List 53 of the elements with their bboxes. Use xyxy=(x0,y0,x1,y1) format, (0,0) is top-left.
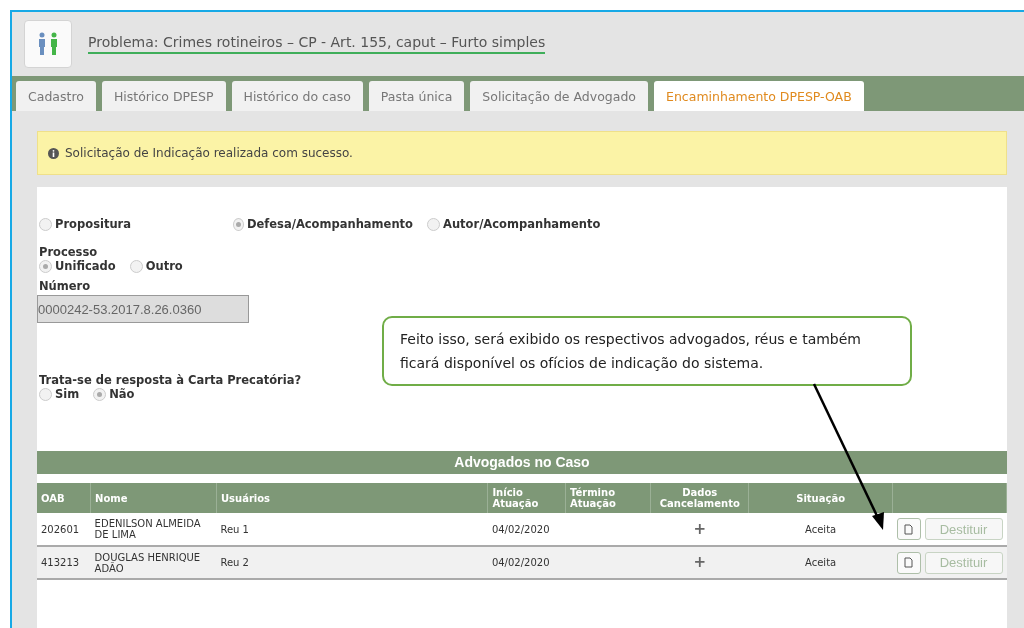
table-cell: DOUGLAS HENRIQUE ADÃO xyxy=(90,546,217,579)
radio-button[interactable] xyxy=(129,259,143,273)
people-icon xyxy=(24,20,72,68)
tab[interactable]: Pasta única xyxy=(368,81,465,111)
radio-button[interactable] xyxy=(39,217,52,231)
radio-button[interactable] xyxy=(39,259,52,273)
column-header: Nome xyxy=(90,483,217,513)
option-label: Propositura xyxy=(55,217,132,231)
tab[interactable]: Histórico do caso xyxy=(231,81,363,111)
radio-button[interactable] xyxy=(39,387,52,401)
option-label: Não xyxy=(109,387,135,401)
field-label: Processo xyxy=(38,245,99,259)
document-icon xyxy=(904,557,913,568)
table-cell: EDENILSON ALMEIDA DE LIMA xyxy=(90,513,217,546)
radio-button[interactable] xyxy=(427,217,440,231)
field-label: Trata-se de resposta à Carta Precatória? xyxy=(38,373,303,387)
option-label: Unificado xyxy=(55,259,116,273)
callout-note: Feito isso, será exibido os respectivos advogados, réus e também ficará disponível os ofícios de indicação do sistema. xyxy=(382,316,912,386)
column-header: OAB xyxy=(37,483,91,513)
table-cell: Reu 2 xyxy=(216,546,488,579)
tab[interactable]: Encaminhamento DPESP-OAB xyxy=(654,81,864,111)
problem-title[interactable]: Problema: Crimes rotineiros – CP - Art. 155, caput – Furto simples xyxy=(88,34,546,54)
table-cell: 413213 xyxy=(37,546,91,579)
expand-button[interactable]: + xyxy=(693,519,707,538)
column-header: Dados Cancelamento xyxy=(650,483,749,513)
tab[interactable]: Cadastro xyxy=(16,81,96,111)
column-header: Início Atuação xyxy=(487,483,566,513)
number-field[interactable]: 0000242-53.2017.8.26.0360 xyxy=(37,295,249,323)
table-cell: Aceita xyxy=(748,546,893,579)
document-icon xyxy=(904,523,913,535)
column-header: Situação xyxy=(748,483,893,513)
option-label: Sim xyxy=(55,387,80,401)
column-header: Usuários xyxy=(216,483,488,513)
table-cell: 04/02/2020 xyxy=(487,546,566,579)
option-label: Autor/Acompanhamento xyxy=(443,217,601,231)
option-label: Outro xyxy=(145,259,183,273)
column-header: Término Atuação xyxy=(565,483,651,513)
document-button[interactable] xyxy=(896,551,921,574)
tab[interactable]: Histórico DPESP xyxy=(101,81,226,111)
field-label: Número xyxy=(38,279,92,293)
tab[interactable]: Solicitação de Advogado xyxy=(470,81,649,111)
table-cell: Aceita xyxy=(748,513,893,546)
radio-button[interactable] xyxy=(233,217,244,231)
table-cell: 202601 xyxy=(37,513,91,546)
radio-button[interactable] xyxy=(93,387,107,401)
option-label: Defesa/Acompanhamento xyxy=(246,217,413,231)
alert-message: Solicitação de Indicação realizada com sucesso. xyxy=(65,146,353,160)
info-icon xyxy=(48,147,59,159)
expand-button[interactable]: + xyxy=(693,553,707,572)
table-cell: Reu 1 xyxy=(216,513,488,546)
document-button[interactable] xyxy=(896,518,921,540)
table-title: Advogados no Caso xyxy=(37,451,1007,474)
table-cell: 04/02/2020 xyxy=(487,513,566,546)
